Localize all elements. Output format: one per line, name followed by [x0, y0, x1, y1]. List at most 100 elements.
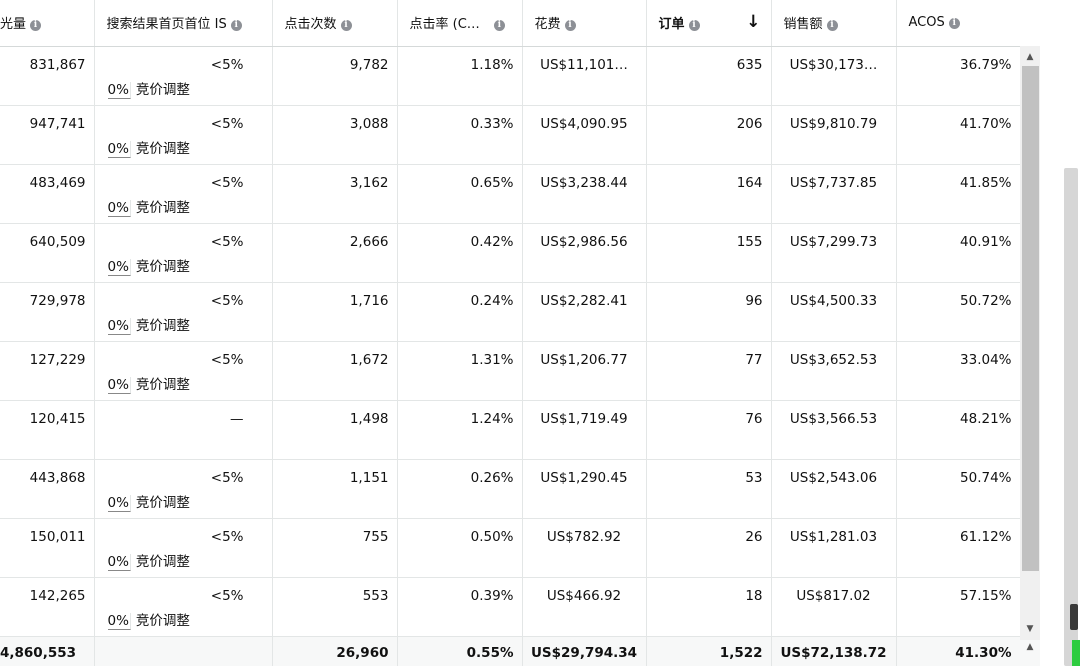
- column-header-label: 光量: [0, 17, 27, 33]
- bid-adjustment-percent[interactable]: 0%: [107, 376, 131, 394]
- bid-adjustment[interactable]: 0% 竞价调整: [107, 609, 190, 630]
- cell-acos: 33.04%: [896, 341, 1020, 401]
- bid-adjustment-percent[interactable]: 0%: [107, 199, 131, 217]
- column-header-ctr[interactable]: 点击率 (C… i: [397, 0, 523, 47]
- table-row: 142,265 <5% 0% 竞价调整 553 0.39% US$466.92 18 US$81…: [0, 577, 1020, 637]
- cell-orders: 26: [646, 518, 772, 578]
- cell-spend: US$3,238.44: [522, 164, 647, 224]
- bid-adjustment[interactable]: 0% 竞价调整: [107, 78, 190, 99]
- total-is: [94, 635, 273, 666]
- bid-adjustment[interactable]: 0% 竞价调整: [107, 373, 190, 394]
- column-header-top-of-search-is[interactable]: 搜索结果首页首位 IS i: [94, 0, 273, 47]
- bid-adjustment-percent[interactable]: 0%: [107, 140, 131, 158]
- top-of-search-is-value: <5%: [210, 528, 244, 545]
- info-icon[interactable]: i: [564, 20, 576, 32]
- cell-spend: US$1,290.45: [522, 459, 647, 519]
- bid-adjustment-label: 竞价调整: [135, 317, 190, 334]
- cell-ctr: 0.33%: [397, 105, 523, 165]
- bid-adjustment-label: 竞价调整: [135, 553, 190, 570]
- top-of-search-is-value: <5%: [210, 56, 244, 73]
- cell-clicks: 3,088: [272, 105, 398, 165]
- footer-scroll-up-arrow-icon[interactable]: ▲: [1020, 642, 1040, 652]
- page-scrollbar-thumb[interactable]: [1064, 168, 1078, 666]
- column-header-spend[interactable]: 花费 i: [522, 0, 647, 47]
- bid-adjustment-percent[interactable]: 0%: [107, 81, 131, 99]
- table-row: 120,415 — 1,498 1.24% US$1,719.49 76 US$3,566.…: [0, 400, 1020, 460]
- cell-impressions: 729,978: [0, 282, 95, 342]
- cell-impressions: 150,011: [0, 518, 95, 578]
- cell-top-of-search-is: —: [94, 400, 273, 460]
- bid-adjustment-percent[interactable]: 0%: [107, 494, 131, 512]
- page-scrollbar-grip[interactable]: [1070, 604, 1078, 630]
- column-header-orders[interactable]: 订单 i ↓: [646, 0, 772, 47]
- info-icon[interactable]: i: [826, 20, 838, 32]
- column-header-label: 点击率 (C…: [409, 17, 480, 33]
- info-icon[interactable]: i: [493, 20, 505, 32]
- cell-sales: US$4,500.33: [771, 282, 897, 342]
- column-header-label: ACOS: [908, 15, 945, 31]
- top-of-search-is-value: <5%: [210, 233, 244, 250]
- cell-impressions: 831,867: [0, 46, 95, 106]
- cell-acos: 50.74%: [896, 459, 1020, 519]
- bid-adjustment-percent[interactable]: 0%: [107, 258, 131, 276]
- cell-impressions: 443,868: [0, 459, 95, 519]
- bid-adjustment-percent[interactable]: 0%: [107, 612, 131, 630]
- column-header-label: 订单: [658, 17, 685, 33]
- cell-acos: 36.79%: [896, 46, 1020, 106]
- bid-adjustment-percent[interactable]: 0%: [107, 553, 131, 571]
- cell-clicks: 2,666: [272, 223, 398, 283]
- cell-acos: 61.12%: [896, 518, 1020, 578]
- info-icon[interactable]: i: [340, 20, 352, 32]
- table-body: 831,867 <5% 0% 竞价调整 9,782 1.18% US$11,101… 635 U…: [0, 46, 1020, 637]
- cell-top-of-search-is: <5% 0% 竞价调整: [94, 164, 273, 224]
- cell-acos: 40.91%: [896, 223, 1020, 283]
- cell-spend: US$2,282.41: [522, 282, 647, 342]
- bid-adjustment[interactable]: 0% 竞价调整: [107, 491, 190, 512]
- cell-sales: US$9,810.79: [771, 105, 897, 165]
- info-icon[interactable]: i: [948, 18, 960, 30]
- cell-ctr: 0.24%: [397, 282, 523, 342]
- bid-adjustment-percent[interactable]: 0%: [107, 317, 131, 335]
- cell-acos: 41.70%: [896, 105, 1020, 165]
- cell-clicks: 553: [272, 577, 398, 637]
- totals-row: 4,860,553 26,960 0.55% US$29,794.34 1,52…: [0, 635, 1020, 666]
- cell-sales: US$30,173…: [771, 46, 897, 106]
- sort-descending-icon[interactable]: ↓: [746, 13, 760, 31]
- bid-adjustment[interactable]: 0% 竞价调整: [107, 314, 190, 335]
- column-header-impressions[interactable]: 光量 i: [0, 0, 95, 47]
- column-header-label: 花费: [534, 17, 561, 33]
- cell-sales: US$2,543.06: [771, 459, 897, 519]
- column-header-label: 搜索结果首页首位 IS: [106, 17, 227, 33]
- bid-adjustment[interactable]: 0% 竞价调整: [107, 550, 190, 571]
- total-sales: US$72,138.72: [771, 635, 897, 666]
- cell-spend: US$1,206.77: [522, 341, 647, 401]
- cell-spend: US$1,719.49: [522, 400, 647, 460]
- table-row: 729,978 <5% 0% 竞价调整 1,716 0.24% US$2,282.41 96 U…: [0, 282, 1020, 342]
- column-header-clicks[interactable]: 点击次数 i: [272, 0, 398, 47]
- cell-sales: US$817.02: [771, 577, 897, 637]
- table-scrollbar-thumb[interactable]: [1022, 66, 1039, 571]
- cell-impressions: 640,509: [0, 223, 95, 283]
- scroll-up-arrow-icon[interactable]: ▲: [1020, 48, 1040, 66]
- info-icon[interactable]: i: [688, 20, 700, 32]
- bid-adjustment[interactable]: 0% 竞价调整: [107, 196, 190, 217]
- bid-adjustment-label: 竞价调整: [135, 258, 190, 275]
- campaign-table-container: 光量 i 搜索结果首页首位 IS i 点击次数 i 点击率 (C… i 花费 i 订单 i ↓…: [0, 0, 1020, 666]
- bid-adjustment[interactable]: 0% 竞价调整: [107, 137, 190, 158]
- cell-spend: US$11,101…: [522, 46, 647, 106]
- cell-orders: 76: [646, 400, 772, 460]
- info-icon[interactable]: i: [30, 20, 42, 32]
- bid-adjustment[interactable]: 0% 竞价调整: [107, 255, 190, 276]
- cell-clicks: 9,782: [272, 46, 398, 106]
- column-header-label: 点击次数: [284, 17, 337, 33]
- table-row: 443,868 <5% 0% 竞价调整 1,151 0.26% US$1,290.45 53 U…: [0, 459, 1020, 519]
- column-header-acos[interactable]: ACOS i: [896, 0, 1020, 47]
- cell-acos: 41.85%: [896, 164, 1020, 224]
- cell-orders: 155: [646, 223, 772, 283]
- table-row: 640,509 <5% 0% 竞价调整 2,666 0.42% US$2,986.56 155…: [0, 223, 1020, 283]
- info-icon[interactable]: i: [230, 20, 242, 32]
- cell-ctr: 0.65%: [397, 164, 523, 224]
- column-header-sales[interactable]: 销售额 i: [771, 0, 897, 47]
- scroll-down-arrow-icon[interactable]: ▼: [1020, 620, 1040, 638]
- cell-top-of-search-is: <5% 0% 竞价调整: [94, 46, 273, 106]
